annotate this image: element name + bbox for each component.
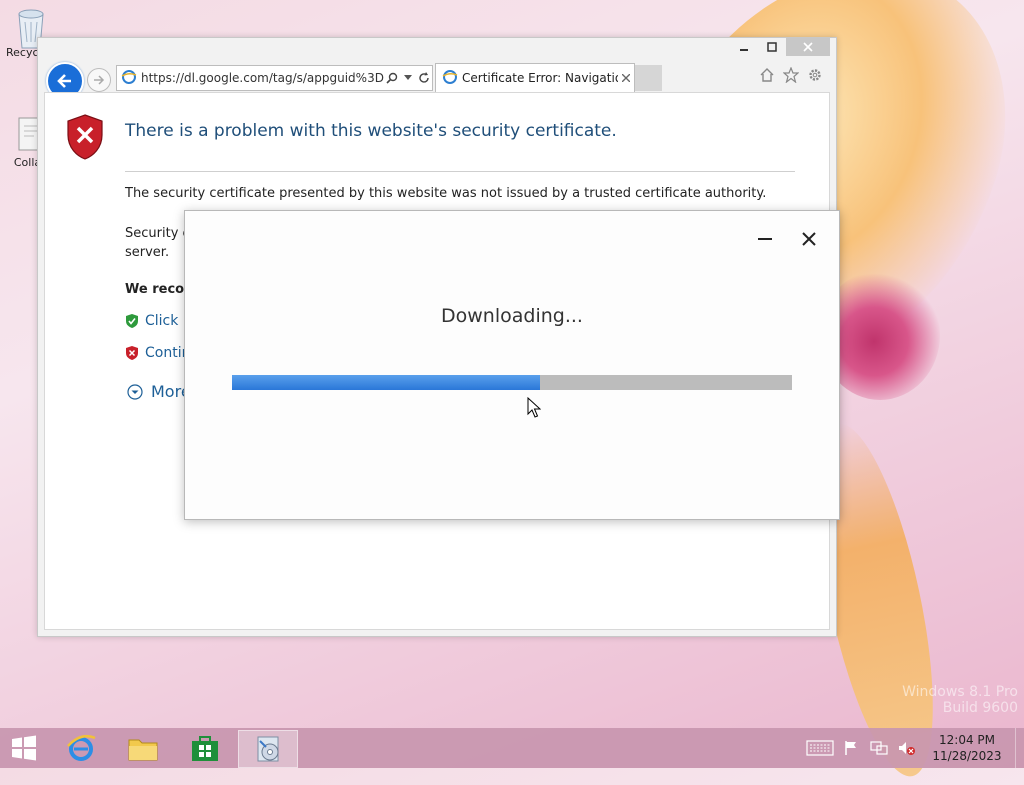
taskbar-file-explorer[interactable] xyxy=(114,730,172,766)
os-watermark: Windows 8.1 Pro Build 9600 xyxy=(902,684,1018,716)
mouse-cursor xyxy=(527,396,542,423)
tab-close-icon[interactable] xyxy=(618,74,634,82)
address-bar[interactable]: https://dl.google.com/tag/s/appguid%3D%7 xyxy=(116,65,433,91)
show-desktop-button[interactable] xyxy=(1015,728,1024,768)
shield-error-icon xyxy=(65,113,105,165)
windows-logo-icon xyxy=(12,735,36,761)
dialog-minimize-button[interactable] xyxy=(753,227,777,251)
clock-time: 12:04 PM xyxy=(939,733,995,747)
download-dialog: Downloading... xyxy=(184,210,840,520)
keyboard-icon[interactable] xyxy=(805,736,835,760)
shield-check-icon xyxy=(126,314,138,328)
continue-website-link[interactable]: Contin xyxy=(125,345,190,361)
page-title: There is a problem with this website's s… xyxy=(125,121,617,141)
tab-certificate-error[interactable]: Certificate Error: Navigation... xyxy=(435,63,635,92)
clock[interactable]: 12:04 PM 11/28/2023 xyxy=(919,732,1015,764)
taskbar-internet-explorer[interactable] xyxy=(52,730,110,766)
taskbar-installer[interactable] xyxy=(238,730,298,768)
chevron-down-circle-icon xyxy=(127,383,143,400)
internet-explorer-icon xyxy=(67,735,96,761)
close-button[interactable] xyxy=(786,38,830,56)
download-progress-bar xyxy=(232,375,792,390)
dialog-close-button[interactable] xyxy=(797,227,821,251)
arrow-left-icon xyxy=(57,74,71,88)
error-description: The security certificate presented by th… xyxy=(125,186,767,201)
ie-page-icon xyxy=(442,69,458,88)
ie-page-icon xyxy=(121,69,137,88)
url-text: https://dl.google.com/tag/s/appguid%3D%7 xyxy=(141,71,384,85)
window-controls xyxy=(730,38,830,56)
divider xyxy=(125,171,795,172)
more-information-link[interactable]: More xyxy=(127,382,191,401)
folder-icon xyxy=(128,739,158,761)
forward-button[interactable] xyxy=(87,68,111,92)
system-tray: 12:04 PM 11/28/2023 xyxy=(801,728,1024,768)
home-icon[interactable] xyxy=(758,66,776,84)
store-icon xyxy=(192,736,218,761)
minimize-button[interactable] xyxy=(730,38,758,56)
browser-toolbar: https://dl.google.com/tag/s/appguid%3D%7… xyxy=(38,62,836,100)
search-icon[interactable] xyxy=(384,72,400,84)
dropdown-arrow-icon[interactable] xyxy=(400,75,416,81)
favorites-star-icon[interactable] xyxy=(782,66,800,84)
taskbar: 12:04 PM 11/28/2023 xyxy=(0,728,1024,768)
browser-command-icons xyxy=(758,66,824,84)
installer-disc-icon xyxy=(257,736,279,762)
progress-fill xyxy=(232,375,540,390)
gear-icon[interactable] xyxy=(806,66,824,84)
clock-date: 11/28/2023 xyxy=(932,749,1002,763)
arrow-right-icon xyxy=(94,75,105,85)
maximize-button[interactable] xyxy=(758,38,786,56)
tab-label: Certificate Error: Navigation... xyxy=(462,71,618,85)
close-webpage-link[interactable]: Click h xyxy=(125,313,192,329)
taskbar-store[interactable] xyxy=(176,730,234,766)
new-tab-button[interactable] xyxy=(635,65,662,91)
start-button[interactable] xyxy=(6,732,42,764)
action-center-flag-icon[interactable] xyxy=(839,736,863,760)
refresh-icon[interactable] xyxy=(416,72,432,84)
security-text: Security c server. xyxy=(125,226,190,260)
volume-muted-icon[interactable] xyxy=(895,736,919,760)
network-icon[interactable] xyxy=(867,736,891,760)
shield-x-icon xyxy=(126,346,138,360)
download-status: Downloading... xyxy=(441,305,583,327)
recommendation-heading: We recor xyxy=(125,282,187,297)
